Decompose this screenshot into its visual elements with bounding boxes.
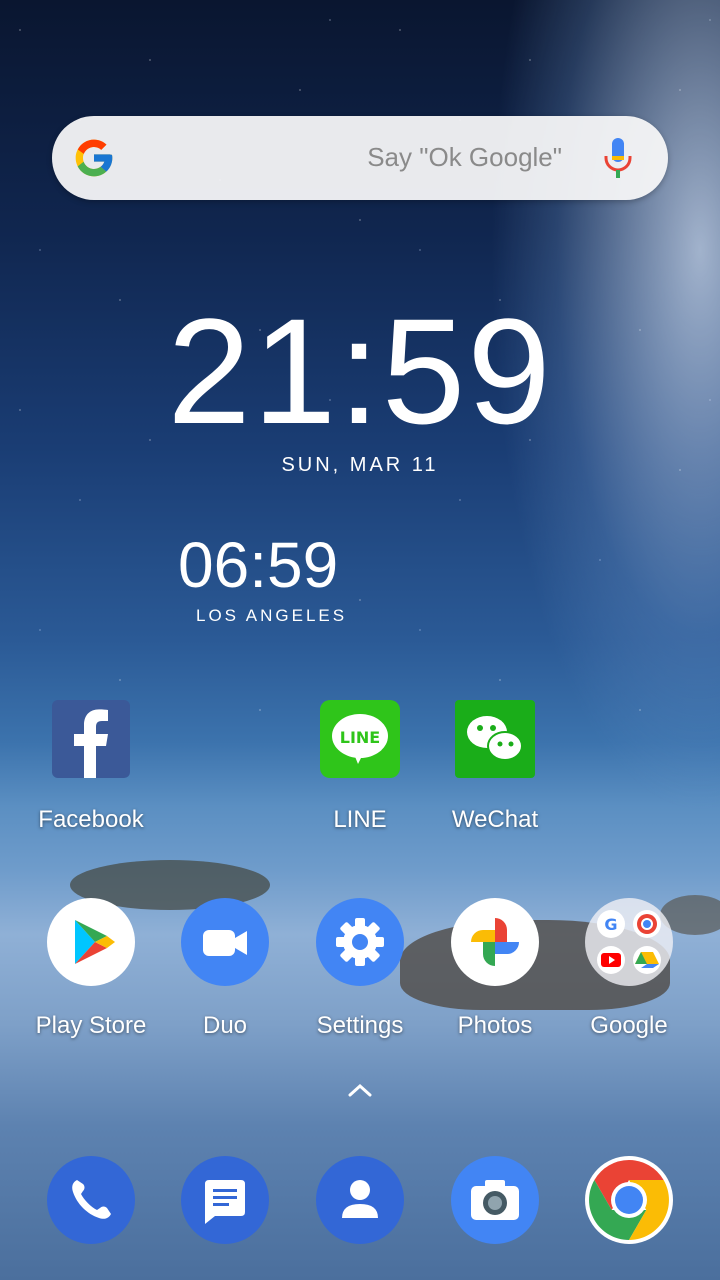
app-label: Facebook bbox=[38, 806, 144, 833]
dock-messages[interactable] bbox=[160, 1156, 290, 1244]
phone-icon bbox=[47, 1156, 135, 1244]
play-store-icon bbox=[47, 898, 135, 986]
camera-icon bbox=[451, 1156, 539, 1244]
dock-contacts[interactable] bbox=[295, 1156, 425, 1244]
google-folder-icon: G bbox=[585, 898, 673, 986]
app-facebook[interactable]: Facebook bbox=[26, 700, 156, 834]
svg-text:G: G bbox=[604, 915, 617, 934]
google-search-bar[interactable]: Say "Ok Google" bbox=[52, 116, 668, 200]
app-label: Google bbox=[590, 1012, 668, 1039]
settings-gear-icon bbox=[316, 898, 404, 986]
facebook-icon bbox=[52, 700, 130, 778]
world-clock-time[interactable]: 06:59 bbox=[178, 528, 338, 602]
app-google-folder[interactable]: G Google bbox=[564, 898, 694, 1040]
chrome-icon bbox=[585, 1156, 673, 1244]
world-clock-city: LOS ANGELES bbox=[196, 606, 348, 625]
svg-text:LINE: LINE bbox=[340, 728, 380, 747]
app-play-store[interactable]: Play Store bbox=[26, 898, 156, 1040]
contacts-icon bbox=[316, 1156, 404, 1244]
photos-pinwheel-icon bbox=[451, 898, 539, 986]
app-label: Play Store bbox=[35, 1012, 147, 1039]
app-label: Settings bbox=[316, 1012, 404, 1039]
app-label: LINE bbox=[333, 806, 387, 833]
microphone-icon[interactable] bbox=[598, 136, 638, 180]
line-icon: LINE bbox=[320, 700, 400, 778]
search-hint-text[interactable]: Say "Ok Google" bbox=[367, 142, 562, 173]
app-photos[interactable]: Photos bbox=[430, 898, 560, 1040]
dock-phone[interactable] bbox=[26, 1156, 156, 1244]
messages-icon bbox=[181, 1156, 269, 1244]
app-line[interactable]: LINE LINE bbox=[295, 700, 425, 834]
app-settings[interactable]: Settings bbox=[295, 898, 425, 1040]
chevron-up-icon[interactable] bbox=[346, 1080, 374, 1100]
dock-chrome[interactable] bbox=[564, 1156, 694, 1244]
wechat-icon bbox=[455, 700, 535, 778]
clock-time[interactable]: 21:59 bbox=[0, 285, 720, 458]
app-label: Photos bbox=[457, 1012, 533, 1039]
google-g-icon[interactable] bbox=[72, 136, 116, 180]
app-wechat[interactable]: WeChat bbox=[430, 700, 560, 834]
clock-date[interactable]: SUN, MAR 11 bbox=[0, 454, 720, 477]
app-label: WeChat bbox=[451, 806, 539, 833]
duo-icon bbox=[181, 898, 269, 986]
dock-camera[interactable] bbox=[430, 1156, 560, 1244]
app-duo[interactable]: Duo bbox=[160, 898, 290, 1040]
app-label: Duo bbox=[202, 1012, 248, 1039]
